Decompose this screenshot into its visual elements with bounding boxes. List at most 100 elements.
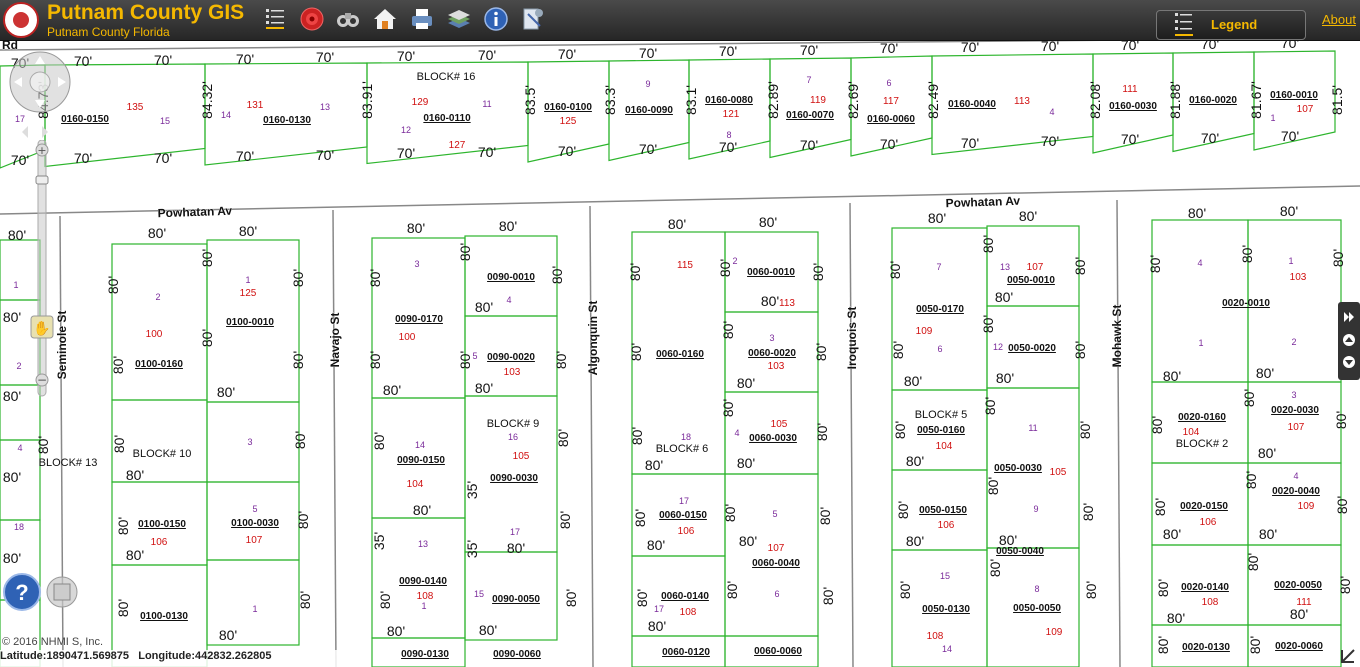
lot-dimension: 80' [634, 589, 650, 607]
target-icon[interactable] [299, 6, 325, 32]
lot-dimension: 80' [1258, 445, 1276, 461]
lot-dimension: 80' [717, 259, 733, 277]
lot-dimension: 70' [478, 144, 496, 160]
house-number: 107 [768, 543, 785, 554]
parcel-map[interactable]: 70' 70' 70' 70' 70' 70' 70' 70' 70' 70' 70' 70' 70' 7… [0, 40, 1360, 667]
lot-number: 14 [942, 644, 952, 654]
house-number: 106 [151, 537, 168, 548]
parcel-id-label: 0100-0150 [138, 519, 186, 530]
house-number: 106 [938, 520, 955, 531]
lot-dimension: 80' [1163, 368, 1181, 384]
lot-dimension: 80' [1019, 208, 1037, 224]
lot-number: 17 [679, 496, 689, 506]
lot-dimension: 70' [478, 47, 496, 63]
parcel-id-label: 0090-0130 [401, 649, 449, 660]
house-number: 103 [504, 367, 521, 378]
help-icon[interactable]: ? [3, 573, 41, 611]
about-link[interactable]: About [1322, 12, 1356, 27]
map-side-controls[interactable] [1338, 302, 1360, 380]
lot-dimension: 80' [813, 343, 829, 361]
lot-number: 8 [1034, 584, 1039, 594]
lot-dimension: 80' [126, 467, 144, 483]
parcel-id-label: 0100-0130 [140, 611, 188, 622]
house-number: 107 [1288, 422, 1305, 433]
parcel-id-label: 0060-0020 [748, 348, 796, 359]
lot-dimension: 70' [800, 137, 818, 153]
print-icon[interactable] [409, 6, 435, 32]
lot-dimension: 80' [1155, 579, 1171, 597]
lot-dimension: 80' [647, 537, 665, 553]
lot-dimension: 70' [236, 51, 254, 67]
map-view[interactable]: 70' 70' 70' 70' 70' 70' 70' 70' 70' 70' 70' 70' 70' 7… [0, 40, 1360, 667]
lot-dimension: 80' [115, 517, 131, 535]
lot-dimension: 80' [1239, 245, 1255, 263]
lot-dimension: 81.67' [1248, 81, 1264, 119]
street-label: Mohawk St [1110, 305, 1124, 368]
zoom-slider[interactable]: + ✋ − [29, 140, 55, 400]
lot-number: 6 [886, 78, 891, 88]
house-number: 117 [883, 96, 899, 107]
lot-number: 1 [13, 280, 18, 290]
house-number: 106 [678, 526, 695, 537]
basemap-layers-icon[interactable] [446, 6, 472, 32]
info-icon[interactable] [483, 6, 509, 32]
parcel-id-label: 0020-0010 [1222, 298, 1270, 309]
parcel-id-label: 0160-0060 [867, 114, 915, 125]
lot-number: 15 [940, 571, 950, 581]
house-number: 109 [916, 326, 933, 337]
house-number: 129 [412, 97, 429, 108]
lot-dimension: 80' [928, 210, 946, 226]
lot-dimension: 80' [722, 504, 738, 522]
lot-dimension: 80' [110, 356, 126, 374]
lot-dimension: 70' [880, 40, 898, 56]
parcel-id-label: 0160-0070 [786, 110, 834, 121]
lot-dimension: 70' [1281, 128, 1299, 144]
lot-dimension: 82.89' [765, 81, 781, 119]
lot-dimension: 80' [980, 315, 996, 333]
pan-control[interactable] [8, 50, 74, 140]
lot-dimension: 80' [904, 373, 922, 389]
lot-dimension: 80' [383, 382, 401, 398]
lot-dimension: 70' [961, 40, 979, 55]
lot-dimension: 80' [239, 223, 257, 239]
lot-dimension: 80' [479, 622, 497, 638]
home-icon[interactable] [372, 6, 398, 32]
lot-dimension: 80' [895, 501, 911, 519]
lot-dimension: 80' [35, 436, 51, 454]
parcel-id-label: 0050-0030 [994, 463, 1042, 474]
layers-list-icon[interactable] [262, 6, 288, 32]
house-number: 109 [1046, 627, 1063, 638]
lot-number: 12 [993, 342, 1003, 352]
parcel-id-label: 0160-0040 [948, 99, 996, 110]
lot-dimension: 83.3' [602, 85, 618, 115]
lot-dimension: 80' [413, 502, 431, 518]
resize-corner-icon[interactable] [1338, 646, 1358, 666]
house-number: 115 [677, 260, 693, 271]
parcel-id-label: 0100-0160 [135, 359, 183, 370]
lot-number: 11 [1028, 423, 1037, 433]
lot-dimension: 70' [1041, 133, 1059, 149]
lot-dimension: 80' [1080, 503, 1096, 521]
legend-button[interactable]: Legend [1156, 10, 1306, 40]
lot-dimension: 80' [737, 455, 755, 471]
lot-dimension: 80' [475, 380, 493, 396]
lot-dimension: 80' [648, 618, 666, 634]
lot-number: 6 [774, 589, 779, 599]
lot-dimension: 80' [906, 533, 924, 549]
lot-dimension: 80' [1247, 636, 1263, 654]
parcel-id-label: 0020-0140 [1181, 582, 1229, 593]
lot-dimension: 70' [1201, 130, 1219, 146]
overview-map-icon[interactable] [46, 576, 78, 608]
block-label: BLOCK# 16 [417, 71, 476, 83]
lot-number: 2 [732, 256, 737, 266]
house-number: 103 [1290, 272, 1307, 283]
lot-dimension: 70' [11, 152, 29, 168]
binoculars-icon[interactable] [335, 6, 361, 32]
county-seal-logo[interactable] [3, 2, 39, 38]
lot-dimension: 70' [1201, 40, 1219, 52]
measure-icon[interactable] [520, 6, 546, 32]
lot-dimension: 80' [3, 469, 21, 485]
house-number: 107 [1297, 104, 1314, 115]
house-number: 104 [936, 441, 953, 452]
parcel-id-label: 0060-0060 [754, 646, 802, 657]
